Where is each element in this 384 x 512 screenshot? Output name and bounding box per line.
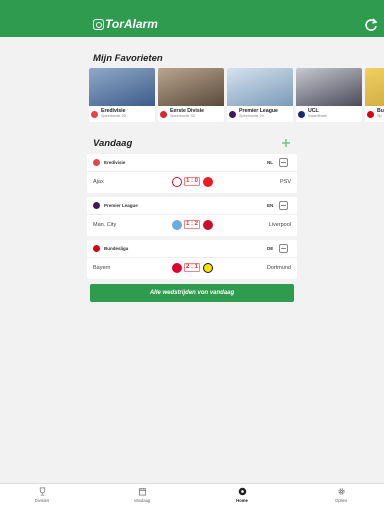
add-icon[interactable]	[281, 138, 291, 148]
divider	[87, 257, 297, 258]
country-code: DE	[267, 246, 274, 251]
away-crest-icon	[203, 263, 213, 273]
refresh-icon[interactable]	[364, 18, 378, 32]
league-logo-icon	[298, 110, 305, 118]
favorites-carousel[interactable]: Eredivisie Speelronde 29 Eerste Divisie …	[89, 68, 384, 122]
league-name: Eredivisie	[104, 160, 126, 165]
tab-label: Opties	[334, 498, 348, 503]
home-crest-icon	[172, 220, 182, 230]
away-team: Liverpool	[268, 222, 291, 228]
favorite-round: Speelronde 33	[170, 114, 195, 118]
favorite-card-eerste-divisie[interactable]: Eerste Divisie Speelronde 33	[158, 68, 224, 122]
tab-label: Vandaag	[133, 498, 151, 503]
tab-divisies[interactable]: Divisies	[22, 487, 62, 503]
favorite-photo	[227, 68, 293, 106]
league-name: Bundesliga	[104, 246, 129, 251]
today-title: Vandaag	[93, 138, 133, 149]
league-logo-icon	[93, 202, 100, 209]
away-crest-icon	[203, 177, 213, 187]
logo-text: TorAlarm	[105, 17, 158, 31]
calendar-icon[interactable]	[279, 158, 288, 167]
country-code: NL	[267, 160, 273, 165]
league-logo-icon	[93, 159, 100, 166]
country-code: EN	[267, 203, 274, 208]
favorite-card-eredivisie[interactable]: Eredivisie Speelronde 29	[89, 68, 155, 122]
home-team: Bayern	[93, 265, 111, 271]
score: 2 : 1	[184, 263, 200, 272]
favorite-card-ucl[interactable]: UCL Kwartfinale	[296, 68, 362, 122]
home-crest-icon	[172, 177, 182, 187]
bottom-tab-bar: Divisies Vandaag Home Opties	[0, 483, 384, 512]
favorite-round: Sp	[377, 114, 382, 118]
home-crest-icon	[172, 263, 182, 273]
tab-opties[interactable]: Opties	[321, 487, 361, 503]
favorite-photo	[158, 68, 224, 106]
league-logo-icon	[160, 110, 167, 118]
match-card-ajax-psv[interactable]: Eredivisie NL Ajax 1 : 0 PSV	[87, 154, 297, 193]
favorite-photo	[89, 68, 155, 106]
soccer-ball-icon	[238, 487, 246, 496]
home-team: Man. City	[93, 222, 117, 228]
favorite-photo	[365, 68, 384, 106]
calendar-icon[interactable]	[279, 201, 288, 210]
all-matches-button[interactable]: Alle wedstrijden von vandaag	[90, 284, 294, 302]
league-name: Premier League	[104, 203, 138, 208]
tab-home[interactable]: Home	[222, 487, 262, 503]
league-logo-icon	[93, 245, 100, 252]
divider	[87, 214, 297, 215]
match-card-city-liverpool[interactable]: Premier League EN Man. City 1 : 2 Liverp…	[87, 197, 297, 236]
logo-icon	[93, 18, 104, 30]
app-logo: TorAlarm	[93, 17, 158, 31]
favorites-title: Mijn Favorieten	[93, 53, 163, 64]
calendar-icon[interactable]	[279, 244, 288, 253]
tab-vandaag[interactable]: Vandaag	[122, 487, 162, 503]
favorite-round: Kwartfinale	[308, 114, 327, 118]
score: 1 : 2	[184, 220, 200, 229]
divider	[87, 171, 297, 172]
away-crest-icon	[203, 220, 213, 230]
gear-icon	[337, 488, 345, 495]
tab-label: Home	[236, 498, 248, 503]
favorite-photo	[296, 68, 362, 106]
calendar-icon	[138, 487, 146, 496]
league-logo-icon	[91, 110, 98, 118]
match-card-bayern-dortmund[interactable]: Bundesliga DE Bayern 2 : 1 Dortmund	[87, 240, 297, 279]
league-logo-icon	[229, 110, 236, 118]
favorite-round: Speelronde 29	[239, 114, 264, 118]
app-header: TorAlarm	[0, 0, 384, 37]
tab-label: Divisies	[34, 498, 50, 503]
favorite-round: Speelronde 29	[101, 114, 126, 118]
league-logo-icon	[367, 110, 374, 118]
away-team: Dortmund	[266, 265, 291, 271]
favorite-card-premier-league[interactable]: Premier League Speelronde 29	[227, 68, 293, 122]
away-team: PSV	[279, 179, 291, 185]
favorite-card-bundesliga[interactable]: Bu Sp	[365, 68, 384, 122]
score: 1 : 0	[184, 177, 200, 186]
trophy-icon	[39, 487, 45, 496]
home-team: Ajax	[93, 179, 104, 185]
